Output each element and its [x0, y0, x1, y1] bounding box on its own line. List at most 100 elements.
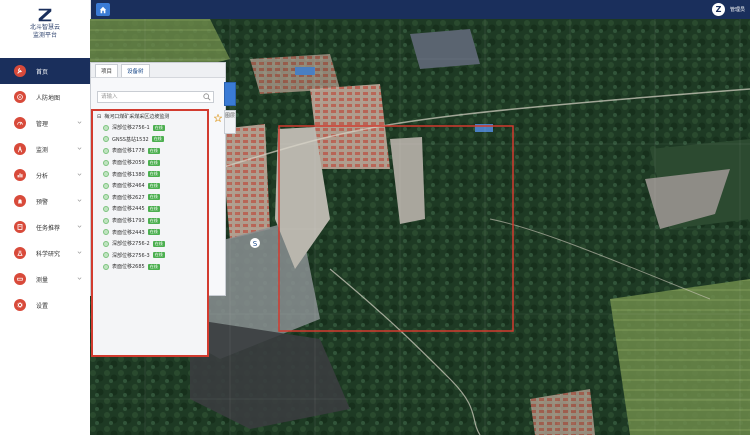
sidebar-item-3[interactable]: 监测	[0, 136, 90, 162]
research-icon	[14, 247, 26, 259]
sidebar-item-label: 科学研究	[36, 250, 61, 258]
map-marker-icon[interactable]: S	[250, 238, 260, 248]
sidebar-item-4[interactable]: 分析	[0, 162, 90, 188]
sidebar-item-label: 首页	[36, 68, 49, 76]
nav-list: 首页人防地图管理监测分析 预警任务推荐科学研究测量设置	[0, 58, 90, 318]
sidebar: 北斗智慧云 监测平台 首页 人防地图 管理 监测 分析 预警 任务推荐 科学研究 测量 设置	[0, 0, 91, 435]
collapse-icon[interactable]: ⊟	[97, 114, 101, 120]
device-tree-item[interactable]: 深部位移2756-2 在线	[93, 238, 207, 250]
status-badge: 在线	[147, 182, 160, 189]
device-label: 表面位移2685	[112, 264, 145, 271]
sidebar-item-label: 测量	[36, 276, 49, 284]
device-label: 表面位移1793	[112, 218, 145, 225]
status-badge: 在线	[147, 171, 160, 178]
status-badge: 在线	[151, 136, 164, 143]
device-label: 表面位移2464	[112, 183, 145, 190]
status-badge: 在线	[152, 124, 165, 131]
device-tree: ⊟ 梅河口煤矿采煤采区边坡监测 深部位移2756-1 在线 GNSS基站1532 在线…	[91, 109, 209, 357]
status-badge: 在线	[152, 240, 165, 247]
device-status-icon	[103, 194, 109, 201]
panel-tabs: 项目 设备树	[91, 63, 225, 78]
status-badge: 在线	[147, 263, 160, 270]
svg-text:S: S	[253, 240, 258, 248]
sidebar-item-label: 管理	[36, 120, 49, 128]
settings-icon	[14, 299, 26, 311]
device-tree-item[interactable]: 表面位移2627 在线	[93, 192, 207, 204]
device-status-icon	[103, 124, 109, 131]
chart-icon	[14, 169, 26, 181]
device-label: GNSS基站1532	[112, 136, 149, 143]
search-icon[interactable]	[203, 93, 211, 101]
tree-root[interactable]: ⊟ 梅河口煤矿采煤采区边坡监测	[93, 111, 207, 122]
device-tree-item[interactable]: GNSS基站1532 在线	[93, 134, 207, 146]
chevron-down-icon[interactable]	[77, 146, 82, 151]
home-button[interactable]	[96, 3, 110, 16]
sidebar-item-9[interactable]: 设置	[0, 292, 90, 318]
user-avatar[interactable]: Z	[712, 3, 725, 16]
chevron-down-icon[interactable]	[77, 198, 82, 203]
device-tree-item[interactable]: 表面位移1380 在线	[93, 168, 207, 180]
sidebar-item-2[interactable]: 管理	[0, 110, 90, 136]
layer-button[interactable]: 图层	[224, 110, 236, 134]
star-icon[interactable]	[214, 114, 222, 122]
chevron-down-icon[interactable]	[77, 224, 82, 229]
status-badge: 在线	[147, 205, 160, 212]
device-status-icon	[103, 159, 109, 166]
device-label: 深部位移2756-3	[112, 252, 150, 259]
search-placeholder: 请输入	[101, 94, 118, 100]
sidebar-item-1[interactable]: 人防地图	[0, 84, 90, 110]
device-status-icon	[103, 217, 109, 224]
sidebar-item-5[interactable]: 预警	[0, 188, 90, 214]
panel-tab-0[interactable]: 项目	[95, 64, 119, 77]
status-badge: 在线	[152, 252, 165, 259]
status-badge: 在线	[147, 229, 160, 236]
top-bar	[90, 0, 750, 19]
device-tree-item[interactable]: 表面位移2685 在线	[93, 261, 207, 273]
status-badge: 在线	[147, 147, 160, 154]
chevron-down-icon[interactable]	[77, 172, 82, 177]
device-tree-item[interactable]: 表面位移2445 在线	[93, 203, 207, 215]
device-status-icon	[103, 263, 109, 270]
status-badge: 在线	[147, 194, 160, 201]
device-panel: 项目 设备树 请输入 ⊟ 梅河口煤矿采煤采区边坡监测 深部位移2756-1 在线 GN…	[90, 62, 226, 357]
device-status-icon	[103, 252, 109, 259]
home-icon	[99, 6, 107, 13]
chevron-down-icon[interactable]	[77, 250, 82, 255]
tree-root-label: 梅河口煤矿采煤采区边坡监测	[104, 114, 170, 120]
device-label: 表面位移1778	[112, 148, 145, 155]
panel-tab-1[interactable]: 设备树	[121, 64, 150, 77]
sidebar-item-0[interactable]: 首页	[0, 58, 90, 84]
chevron-down-icon[interactable]	[77, 276, 82, 281]
device-status-icon	[103, 182, 109, 189]
device-label: 表面位移2445	[112, 206, 145, 213]
device-tree-item[interactable]: 深部位移2756-3 在线	[93, 250, 207, 262]
sidebar-item-7[interactable]: 科学研究	[0, 240, 90, 266]
tree-items: 深部位移2756-1 在线 GNSS基站1532 在线 表面位移1778 在线 表面位移20…	[93, 122, 207, 273]
status-badge: 在线	[147, 159, 160, 166]
sidebar-item-8[interactable]: 测量	[0, 266, 90, 292]
sidebar-item-label: 任务推荐	[36, 224, 61, 232]
device-label: 表面位移2627	[112, 194, 145, 201]
device-label: 深部位移2756-2	[112, 241, 150, 248]
device-status-icon	[103, 229, 109, 236]
panel-toggle-button[interactable]	[224, 82, 236, 106]
sidebar-item-label: 人防地图	[36, 94, 61, 102]
device-tree-item[interactable]: 表面位移1778 在线	[93, 145, 207, 157]
logo-title: 北斗智慧云	[29, 24, 60, 31]
sidebar-item-6[interactable]: 任务推荐	[0, 214, 90, 240]
chevron-down-icon[interactable]	[77, 120, 82, 125]
device-tree-item[interactable]: 表面位移1793 在线	[93, 215, 207, 227]
sidebar-item-label: 监测	[36, 146, 49, 154]
alarm-icon	[14, 195, 26, 207]
device-tree-item[interactable]: 表面位移2443 在线	[93, 226, 207, 238]
device-search-input[interactable]: 请输入	[97, 91, 214, 103]
device-label: 深部位移2756-1	[112, 125, 150, 132]
sidebar-item-label: 设置	[36, 302, 49, 310]
task-icon	[14, 221, 26, 233]
device-tree-item[interactable]: 表面位移2059 在线	[93, 157, 207, 169]
device-tree-item[interactable]: 表面位移2464 在线	[93, 180, 207, 192]
user-name[interactable]: 管理员	[730, 6, 745, 13]
device-tree-item[interactable]: 深部位移2756-1 在线	[93, 122, 207, 134]
status-badge: 在线	[147, 217, 160, 224]
device-status-icon	[103, 171, 109, 178]
